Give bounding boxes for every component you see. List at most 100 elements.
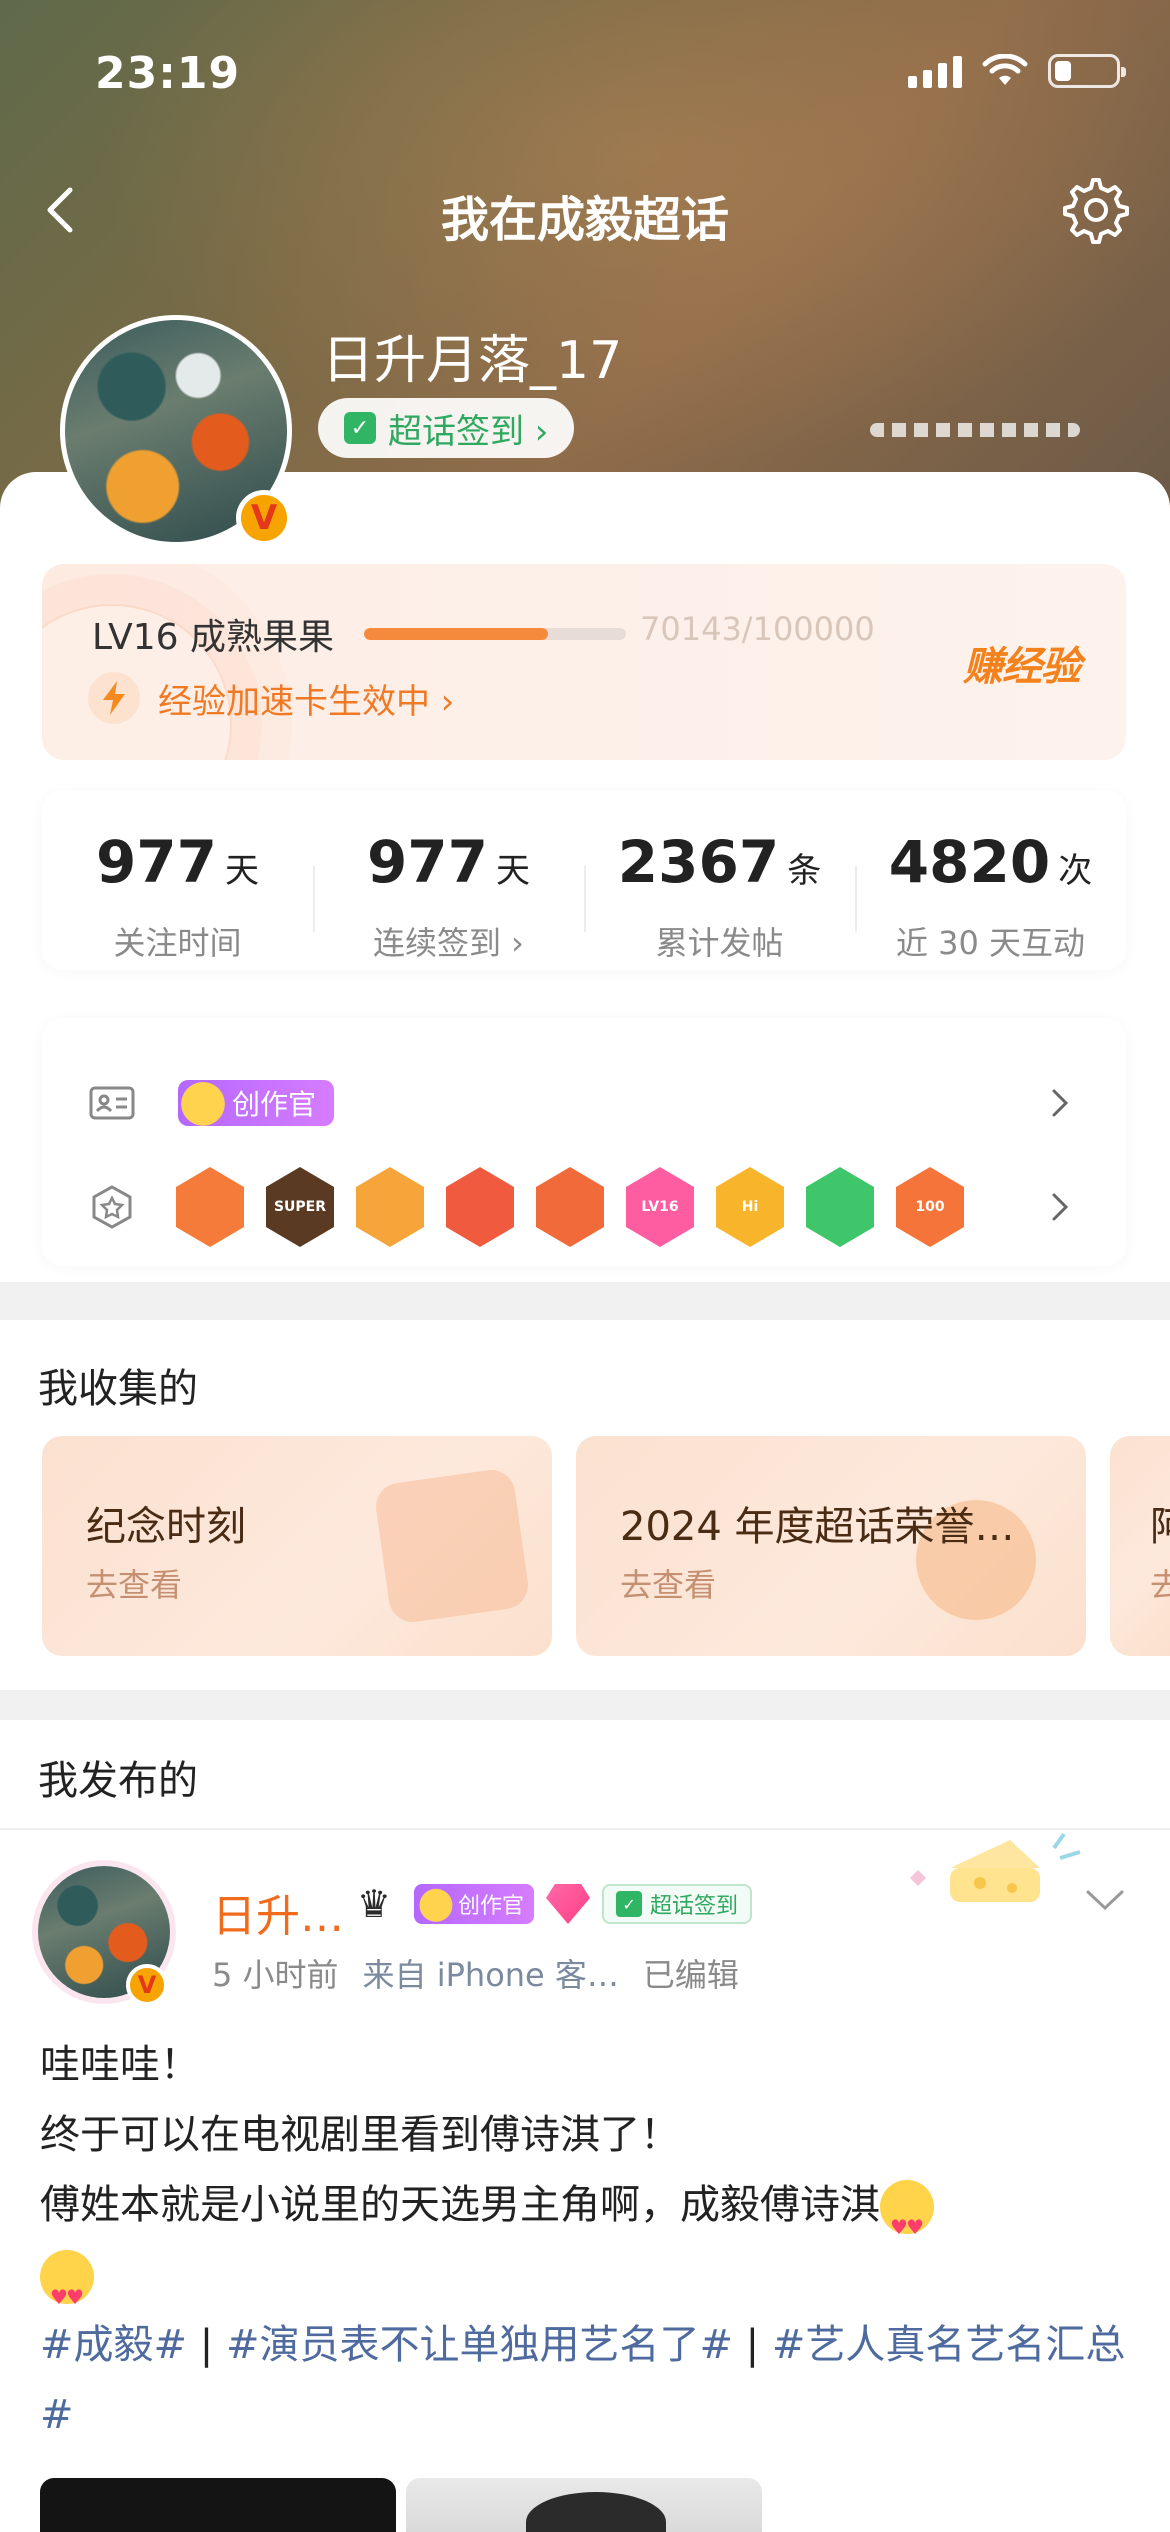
id-card-icon bbox=[89, 1086, 135, 1120]
collection-card-title: 纪念时刻 bbox=[86, 1504, 246, 1550]
level-panel[interactable]: LV16 成熟果果 70143/100000 经验加速卡生效中 › 赚经验 bbox=[42, 564, 1126, 760]
hand-medal-icon bbox=[806, 1167, 874, 1247]
hashtag-separator: | bbox=[187, 2322, 226, 2368]
medal-list: SUPER LV16 Hi 100 bbox=[176, 1167, 964, 1247]
stat-unit: 天 bbox=[225, 851, 260, 891]
identity-row[interactable]: 创作官 bbox=[42, 1058, 1126, 1148]
hi-medal-icon: Hi bbox=[716, 1167, 784, 1247]
stat-label: 累计发帖 bbox=[655, 924, 784, 962]
status-bar: 23:19 bbox=[0, 40, 1170, 110]
cat-medal-icon bbox=[176, 1167, 244, 1247]
creator-face-icon bbox=[174, 1072, 232, 1130]
super-crown-medal-icon: SUPER bbox=[266, 1167, 334, 1247]
post-image[interactable] bbox=[406, 2478, 762, 2532]
girl-medal-icon bbox=[446, 1167, 514, 1247]
checkin-tag-label: 超话签到 bbox=[650, 1894, 739, 1919]
xp-progress-text: 70143/100000 bbox=[640, 610, 875, 648]
cheese-sticker-icon bbox=[910, 1832, 1081, 1902]
collection-card[interactable]: 纪念时刻 去查看 bbox=[42, 1436, 552, 1656]
xp-progress-fill bbox=[364, 628, 548, 640]
lightning-icon bbox=[88, 672, 140, 724]
earn-xp-button[interactable]: 赚经验 bbox=[963, 634, 1081, 692]
lv16-medal-icon: LV16 bbox=[626, 1167, 694, 1247]
username: 日升月落_17 bbox=[322, 331, 623, 391]
stat-value: 977 bbox=[366, 828, 489, 896]
hashtag-separator: | bbox=[732, 2322, 772, 2368]
boost-text: 经验加速卡生效中 › bbox=[158, 681, 455, 722]
post-author-name[interactable]: 日升… bbox=[212, 1880, 344, 1944]
hashtag-link[interactable]: #演员表不让单独用艺名了# bbox=[226, 2322, 733, 2368]
medal-outline-icon bbox=[92, 1185, 132, 1229]
post-time: 5 小时前 bbox=[212, 1956, 339, 1994]
top-nav: 我在成毅超话 bbox=[0, 170, 1170, 250]
collection-card[interactable]: 阿 去 bbox=[1110, 1436, 1170, 1656]
level-name: LV16 成熟果果 bbox=[92, 617, 334, 658]
xp-progress-bar bbox=[364, 628, 626, 640]
stat-total-posts: 2367 条 累计发帖 bbox=[584, 790, 855, 970]
medals-row[interactable]: SUPER LV16 Hi 100 bbox=[42, 1162, 1126, 1252]
post-line-text: 傅姓本就是小说里的天选男主角啊，成毅傅诗淇 bbox=[40, 2182, 880, 2228]
100-days-medal-icon: 100 bbox=[896, 1167, 964, 1247]
gear-icon[interactable] bbox=[1060, 174, 1132, 246]
crown-medal-icon bbox=[356, 1167, 424, 1247]
wifi-icon bbox=[982, 54, 1028, 85]
status-time: 23:19 bbox=[95, 48, 241, 99]
creator-badge[interactable]: 创作官 bbox=[414, 1880, 535, 1926]
header-decoration bbox=[870, 423, 1080, 437]
collection-card-action: 去 bbox=[1150, 1566, 1170, 1604]
verified-badge-icon: V bbox=[236, 490, 292, 546]
collection-card-action: 去查看 bbox=[86, 1566, 183, 1604]
stat-value: 2367 bbox=[617, 828, 780, 896]
heart-eyes-emoji-icon bbox=[40, 2250, 94, 2332]
post-image[interactable] bbox=[40, 2478, 396, 2532]
checkin-tag: ✓ 超话签到 bbox=[602, 1884, 753, 1924]
chevron-right-icon[interactable] bbox=[1042, 1085, 1078, 1121]
collection-card-title: 2024 年度超话荣誉… bbox=[620, 1504, 1015, 1550]
chevron-down-icon[interactable] bbox=[1080, 1880, 1130, 1920]
section-title: 我收集的 bbox=[38, 1366, 198, 1412]
post-line: 傅姓本就是小说里的天选男主角啊，成毅傅诗淇 bbox=[40, 2170, 1130, 2262]
calendar-gift-icon bbox=[372, 1466, 532, 1626]
post-body[interactable]: 哇哇哇！ 终于可以在电视剧里看到傅诗淇了！ 傅姓本就是小说里的天选男主角啊，成毅… bbox=[40, 2030, 1130, 2450]
level-gem-icon bbox=[546, 1884, 591, 1924]
stat-value: 977 bbox=[95, 828, 218, 896]
stat-unit: 次 bbox=[1058, 851, 1093, 891]
post-line: 终于可以在电视剧里看到傅诗淇了！ bbox=[40, 2112, 680, 2158]
crown-icon: ♛ bbox=[356, 1882, 392, 1926]
verified-badge-icon: V bbox=[126, 1964, 168, 2006]
post-line: 哇哇哇！ bbox=[40, 2042, 200, 2088]
profile-card: LV16 成熟果果 70143/100000 经验加速卡生效中 › 赚经验 97… bbox=[0, 472, 1170, 1282]
creator-badge[interactable]: 创作官 bbox=[174, 1072, 335, 1130]
signal-icon bbox=[908, 54, 962, 88]
bunny-medal-icon bbox=[536, 1167, 604, 1247]
stat-label: 关注时间 bbox=[113, 924, 242, 962]
collection-card-action: 去查看 bbox=[620, 1566, 717, 1604]
chevron-right-icon[interactable] bbox=[1042, 1189, 1078, 1225]
post-author-tags: ♛ 创作官 ✓ 超话签到 bbox=[346, 1880, 753, 1926]
stat-follow-days: 977 天 关注时间 bbox=[42, 790, 313, 970]
stats-panel: 977 天 关注时间 977 天 连续签到 › 2367 条 累计发帖 4820 次 近… bbox=[42, 790, 1126, 970]
post-source[interactable]: 来自 iPhone 客… bbox=[363, 1950, 619, 1996]
post-line bbox=[40, 2240, 1130, 2332]
stat-unit: 天 bbox=[496, 851, 531, 891]
badges-panel: 创作官 SUPER LV16 Hi 100 bbox=[42, 1018, 1126, 1266]
section-title: 我发布的 bbox=[38, 1758, 198, 1804]
stat-value: 4820 bbox=[888, 828, 1051, 896]
boost-card-link[interactable]: 经验加速卡生效中 › bbox=[88, 672, 454, 724]
post-edited: 已编辑 bbox=[642, 1956, 739, 1994]
page-title: 我在成毅超话 bbox=[440, 192, 729, 248]
checkin-button[interactable]: ✓ 超话签到 › bbox=[318, 398, 575, 458]
stat-checkin-streak[interactable]: 977 天 连续签到 › bbox=[313, 790, 584, 970]
stat-label: 近 30 天互动 bbox=[895, 924, 1086, 962]
collection-section: 我收集的 纪念时刻 去查看 2024 年度超话荣誉… 去查看 阿 去 bbox=[0, 1320, 1170, 1690]
stat-unit: 条 bbox=[787, 851, 822, 891]
stat-label: 连续签到 › bbox=[373, 924, 524, 962]
stat-interactions: 4820 次 近 30 天互动 bbox=[855, 790, 1126, 970]
calendar-check-icon: ✓ bbox=[344, 412, 376, 444]
heart-eyes-emoji-icon bbox=[880, 2180, 934, 2262]
battery-icon bbox=[1048, 54, 1126, 88]
collection-card-title: 阿 bbox=[1150, 1494, 1170, 1552]
post-hashtags: #成毅# | #演员表不让单独用艺名了# | #艺人真名艺名汇总# bbox=[40, 2310, 1130, 2450]
collection-card[interactable]: 2024 年度超话荣誉… 去查看 bbox=[576, 1436, 1086, 1656]
post-meta: 5 小时前 来自 iPhone 客… 已编辑 bbox=[212, 1950, 739, 1996]
